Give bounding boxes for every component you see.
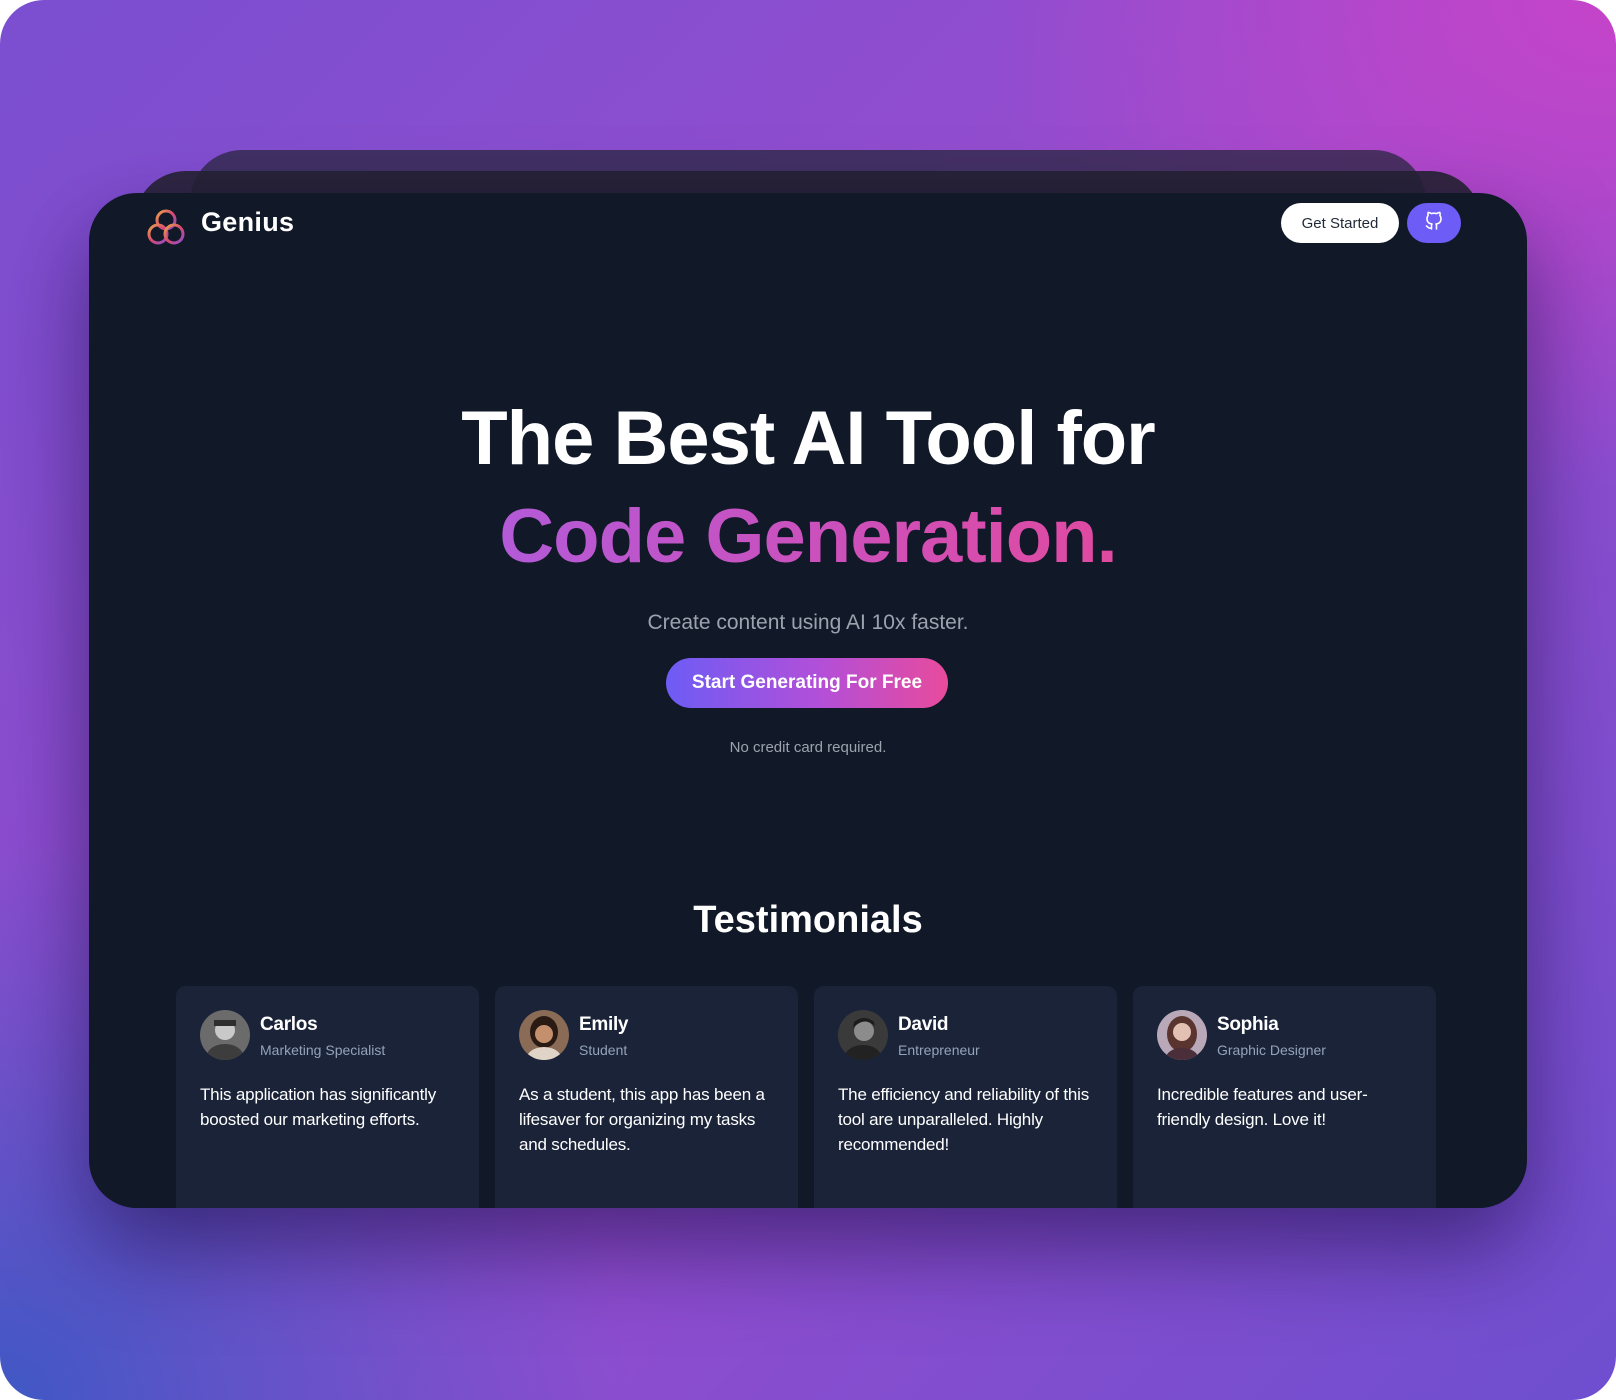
- hero-title-highlight: Code Generation.: [89, 499, 1527, 575]
- page-backdrop: Genius Get Started The Best AI Tool for …: [0, 0, 1616, 1400]
- hero-title: The Best AI Tool for: [461, 396, 1156, 481]
- avatar: [519, 1010, 569, 1060]
- testimonial-name: Carlos: [260, 1014, 318, 1035]
- hero-subtitle: Create content using AI 10x faster.: [647, 611, 969, 634]
- testimonial-card: Emily Student As a student, this app has…: [495, 986, 798, 1208]
- testimonial-name: Emily: [579, 1014, 629, 1035]
- testimonial-text: This application has significantly boost…: [200, 1085, 437, 1129]
- hero-title-gradient-text: Code Generation.: [499, 494, 1117, 579]
- avatar: [200, 1010, 250, 1060]
- testimonial-card: Sophia Graphic Designer Incredible featu…: [1133, 986, 1436, 1208]
- testimonial-role: Entrepreneur: [898, 1042, 980, 1058]
- testimonial-name: Sophia: [1217, 1014, 1279, 1035]
- testimonials-heading: Testimonials: [693, 899, 923, 941]
- github-icon: [1424, 211, 1444, 236]
- browser-window: Genius Get Started The Best AI Tool for …: [89, 193, 1527, 1208]
- testimonial-card: David Entrepreneur The efficiency and re…: [814, 986, 1117, 1208]
- testimonial-name: David: [898, 1014, 949, 1035]
- brand-name[interactable]: Genius: [201, 207, 294, 238]
- testimonial-card: Carlos Marketing Specialist This applica…: [176, 986, 479, 1208]
- testimonial-role: Student: [579, 1042, 628, 1058]
- testimonial-text: As a student, this app has been a lifesa…: [519, 1085, 765, 1154]
- get-started-button[interactable]: Get Started: [1281, 203, 1399, 243]
- testimonial-text: Incredible features and user-friendly de…: [1157, 1085, 1368, 1129]
- genius-logo-icon[interactable]: [147, 207, 185, 247]
- no-credit-card-note: No credit card required.: [729, 739, 887, 756]
- testimonial-text: The efficiency and reliability of this t…: [838, 1085, 1089, 1154]
- start-generating-button[interactable]: Start Generating For Free: [666, 658, 948, 708]
- avatar: [838, 1010, 888, 1060]
- avatar: [1157, 1010, 1207, 1060]
- testimonial-role: Marketing Specialist: [260, 1042, 386, 1058]
- testimonial-role: Graphic Designer: [1217, 1042, 1326, 1058]
- github-button[interactable]: [1407, 203, 1461, 243]
